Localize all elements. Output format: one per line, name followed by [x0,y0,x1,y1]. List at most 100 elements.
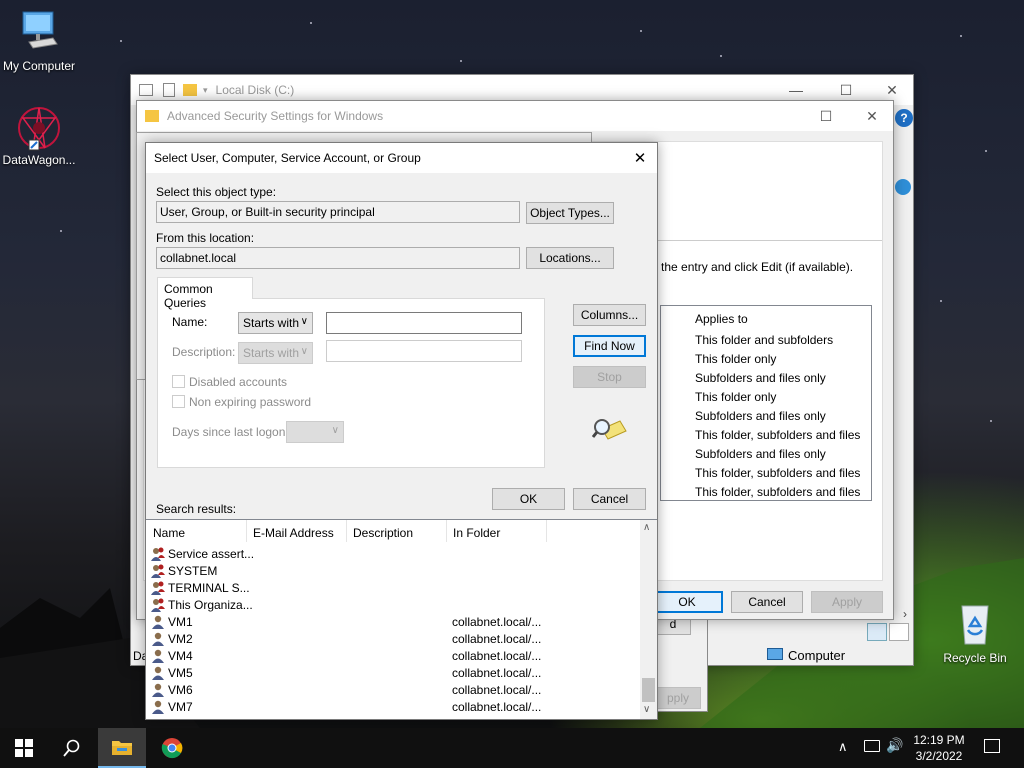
desktop-icon-recycle-bin[interactable]: Recycle Bin [936,600,1014,665]
desktop-icon-label: Recycle Bin [943,651,1007,665]
dialog-close-button[interactable]: ✕ [620,143,660,173]
tab-common-queries[interactable]: Common Queries [157,277,253,310]
help-icon[interactable]: ? [895,109,913,127]
description-operator-value: Starts with [243,346,300,360]
disabled-accounts-label: Disabled accounts [189,375,288,389]
windows-logo-icon [15,739,33,757]
disabled-accounts-checkbox[interactable] [172,375,185,388]
result-row[interactable]: This Organiza... [146,597,636,614]
applies-to-item[interactable]: Subfolders and files only [695,371,826,385]
applies-to-item[interactable]: Subfolders and files only [695,409,826,423]
explorer-quick-access-icon[interactable] [139,84,153,96]
object-types-button[interactable]: Object Types... [526,202,614,224]
tray-chevron-up-icon[interactable]: ∧ [838,739,848,755]
notifications-icon[interactable] [984,739,1000,753]
results-rows: Service assert... SYSTEM TERMINAL S... This… [146,546,640,719]
computer-icon [22,11,58,49]
columns-button[interactable]: Columns... [573,304,646,326]
properties-icon[interactable] [163,83,175,97]
result-name: SYSTEM [168,564,218,578]
adv-apply-button[interactable]: Apply [811,591,883,613]
applies-to-header[interactable]: Applies to [695,312,748,326]
search-button[interactable] [48,728,96,768]
col-header-in-folder[interactable]: In Folder [453,526,500,540]
stop-button[interactable]: Stop [573,366,646,388]
applies-to-item[interactable]: This folder, subfolders and files [695,485,860,499]
description-operator-select[interactable]: Starts with ∨ [238,342,313,364]
col-header-email[interactable]: E-Mail Address [253,526,334,540]
adv-ok-button[interactable]: OK [651,591,723,613]
result-name: VM7 [168,700,193,714]
description-input[interactable] [326,340,522,362]
group-icon [151,581,165,595]
cancel-button[interactable]: Cancel [573,488,646,510]
permission-entries-list[interactable]: Applies to This folder and subfolders Thi… [660,305,872,501]
non-expiring-label: Non expiring password [189,395,312,409]
result-name: VM1 [168,615,193,629]
result-row[interactable]: VM4 collabnet.local/... [146,648,636,665]
group-icon [151,564,165,578]
result-row[interactable]: VM1 collabnet.local/... [146,614,636,631]
result-row[interactable]: VM6 collabnet.local/... [146,682,636,699]
find-now-button[interactable]: Find Now [573,335,646,357]
result-row[interactable]: SYSTEM [146,563,636,580]
large-icons-view-icon[interactable] [889,623,909,641]
non-expiring-checkbox[interactable] [172,395,185,408]
applies-to-item[interactable]: This folder, subfolders and files [695,466,860,480]
start-button[interactable] [0,728,48,768]
volume-icon[interactable]: 🔊 [886,737,903,754]
result-row[interactable]: VM5 collabnet.local/... [146,665,636,682]
applies-to-item[interactable]: This folder and subfolders [695,333,833,347]
clock[interactable]: 12:19 PM 3/2/2022 [908,732,970,764]
desktop-icon-datawagon[interactable]: DataWagon... [0,104,78,167]
user-icon [152,683,164,697]
search-magnifier-icon [592,419,627,440]
result-row[interactable]: VM7 collabnet.local/... [146,699,636,716]
col-header-description[interactable]: Description [353,526,413,540]
result-folder: collabnet.local/... [452,683,542,697]
col-divider [546,520,547,542]
ok-button[interactable]: OK [492,488,565,510]
results-scrollbar[interactable]: ∧ ∨ [640,520,657,719]
desktop-icon-my-computer[interactable]: My Computer [0,8,78,73]
search-results-list[interactable]: Name E-Mail Address Description In Folde… [146,519,657,719]
taskbar-file-explorer[interactable] [98,728,146,768]
result-row[interactable]: TERMINAL S... [146,580,636,597]
applies-to-item[interactable]: This folder, subfolders and files [695,428,860,442]
object-type-field: User, Group, or Built-in security princi… [156,201,520,223]
name-operator-select[interactable]: Starts with ∨ [238,312,313,334]
adv-cancel-button[interactable]: Cancel [731,591,803,613]
applies-to-item[interactable]: This folder only [695,352,776,366]
col-divider [446,520,447,542]
adv-maximize-button[interactable]: ☐ [803,101,849,131]
scroll-up-icon[interactable]: ∧ [643,522,650,533]
scroll-thumb[interactable] [642,678,655,702]
scroll-down-icon[interactable]: ∨ [643,704,650,715]
col-header-name[interactable]: Name [153,526,185,540]
dropdown-icon[interactable]: ▾ [203,85,208,96]
name-input[interactable] [326,312,522,334]
adv-instruction: the entry and click Edit (if available). [661,260,854,274]
result-name-cell: VM4 [150,648,193,664]
status-computer[interactable]: Computer [788,648,845,663]
search-icon [63,739,80,757]
result-row[interactable]: Service assert... [146,546,636,563]
result-name: VM6 [168,683,193,697]
locations-button[interactable]: Locations... [526,247,614,269]
details-view-icon[interactable] [867,623,887,641]
user-icon [152,615,164,629]
folder-icon[interactable] [183,84,197,96]
tab-label: Common Queries [164,282,213,310]
group-icon [151,547,165,561]
taskbar-chrome[interactable] [148,728,196,768]
result-name-cell: VM1 [150,614,193,630]
applies-to-item[interactable]: This folder only [695,390,776,404]
result-name-cell: VM7 [150,699,193,715]
applies-to-item[interactable]: Subfolders and files only [695,447,826,461]
scroll-right-icon[interactable]: › [903,607,907,621]
result-row[interactable]: VM2 collabnet.local/... [146,631,636,648]
network-icon[interactable] [864,740,880,752]
adv-close-button[interactable]: ✕ [849,101,895,131]
apply-button-back[interactable]: pply [655,687,701,709]
days-since-select[interactable]: ∨ [286,421,344,443]
